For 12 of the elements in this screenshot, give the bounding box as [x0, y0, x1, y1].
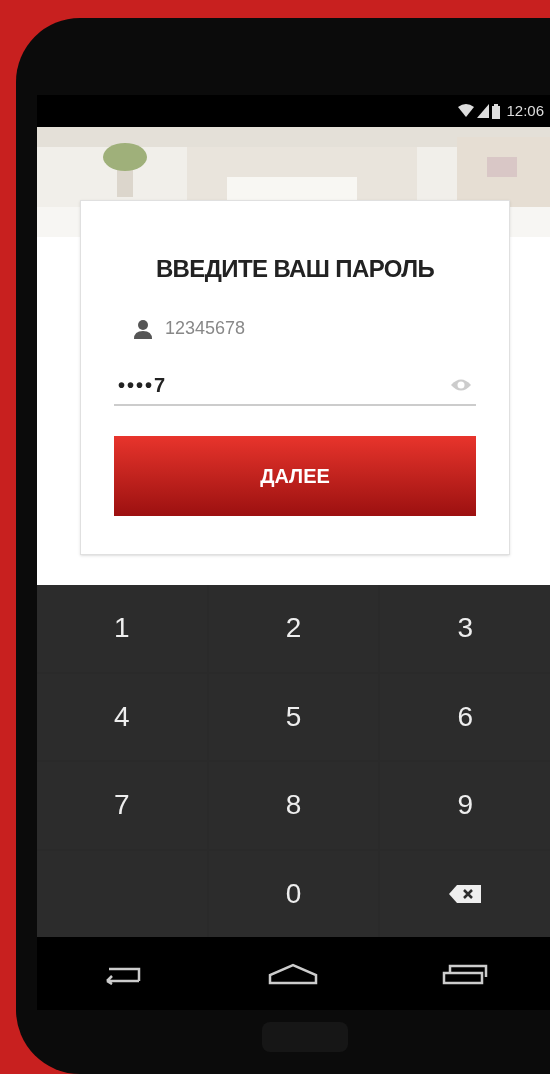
- password-field[interactable]: ••••7: [118, 370, 450, 400]
- backspace-icon: [449, 884, 482, 903]
- clock: 12:06: [506, 100, 544, 121]
- account-number: 12345678: [165, 317, 246, 340]
- user-icon: [133, 318, 153, 339]
- battery-icon: [492, 103, 501, 119]
- recent-apps-icon[interactable]: [442, 962, 489, 985]
- wifi-icon: [458, 104, 475, 118]
- signal-icon: [477, 104, 490, 118]
- home-icon[interactable]: [268, 962, 319, 985]
- card-title: ВВЕДИТЕ ВАШ ПАРОЛЬ: [155, 254, 435, 284]
- next-button[interactable]: ДАЛЕЕ: [114, 436, 476, 516]
